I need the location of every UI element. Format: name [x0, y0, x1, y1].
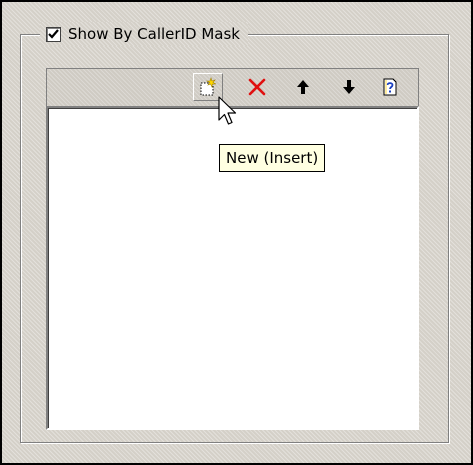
help-button[interactable] [375, 73, 405, 101]
tooltip: New (Insert) [219, 144, 326, 172]
checkmark-icon [48, 28, 59, 39]
mouse-cursor-icon [218, 96, 240, 134]
new-item-icon [200, 77, 217, 96]
show-by-callerid-checkbox[interactable] [46, 26, 61, 42]
delete-x-icon [248, 78, 266, 96]
delete-button[interactable] [242, 73, 272, 101]
tooltip-text: New (Insert) [226, 149, 319, 167]
help-icon [383, 78, 397, 96]
arrow-down-icon [343, 80, 355, 94]
group-title[interactable]: Show By CallerID Mask [68, 25, 240, 43]
arrow-up-icon [297, 80, 309, 94]
move-up-button[interactable] [288, 73, 318, 101]
move-down-button[interactable] [334, 73, 364, 101]
group-header: Show By CallerID Mask [40, 22, 248, 46]
